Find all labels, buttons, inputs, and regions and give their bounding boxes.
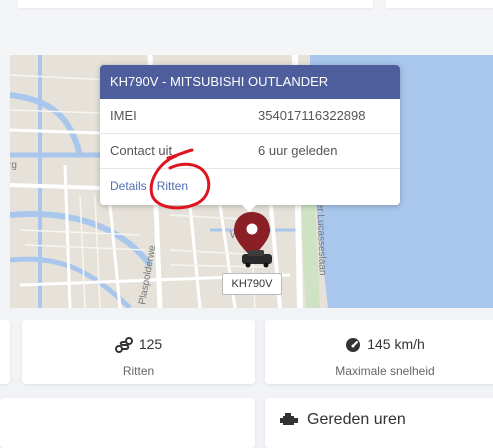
stat-value: 125 — [138, 336, 163, 352]
engine-icon — [280, 412, 298, 425]
stat-label: Maximale snelheid — [335, 364, 435, 378]
stat-value: 145 km/h — [367, 336, 425, 352]
stat-value-row: 145 km/h — [265, 336, 493, 353]
trips-link[interactable]: Ritten — [157, 179, 188, 193]
driven-hours-title-row: Gereden uren — [279, 411, 406, 429]
marker-plate-label: KH790V — [222, 273, 282, 295]
popup-row-key: IMEI — [110, 108, 137, 123]
popup-title: KH790V - MITSUBISHI OUTLANDER — [100, 65, 400, 99]
details-link[interactable]: Details — [110, 179, 147, 193]
vehicle-popup: KH790V - MITSUBISHI OUTLANDER IMEI 35401… — [100, 65, 400, 205]
popup-links: Details / Ritten — [100, 169, 400, 203]
stat-card-trips[interactable]: 125 Ritten — [22, 320, 255, 384]
stat-label: Ritten — [122, 364, 155, 378]
driven-hours-card[interactable]: Gereden uren — [265, 398, 493, 448]
bottom-card-left — [0, 398, 255, 448]
popup-row-value: 6 uur geleden — [258, 143, 338, 158]
route-icon — [114, 337, 133, 354]
popup-row-contact: Contact uit 6 uur geleden — [100, 134, 400, 169]
popup-pointer — [240, 203, 258, 212]
car-icon — [242, 250, 272, 268]
popup-row-value: 354017116322898 — [258, 108, 366, 123]
speedometer-icon — [346, 338, 361, 353]
popup-row-imei: IMEI 354017116322898 — [100, 99, 400, 134]
stat-card-partial — [0, 320, 10, 384]
stat-card-max-speed[interactable]: 145 km/h Maximale snelheid — [265, 320, 493, 384]
section-title: Gereden uren — [307, 411, 406, 428]
stat-value-row: 125 — [22, 336, 255, 354]
popup-row-key: Contact uit — [110, 143, 173, 158]
link-separator: / — [150, 179, 154, 193]
